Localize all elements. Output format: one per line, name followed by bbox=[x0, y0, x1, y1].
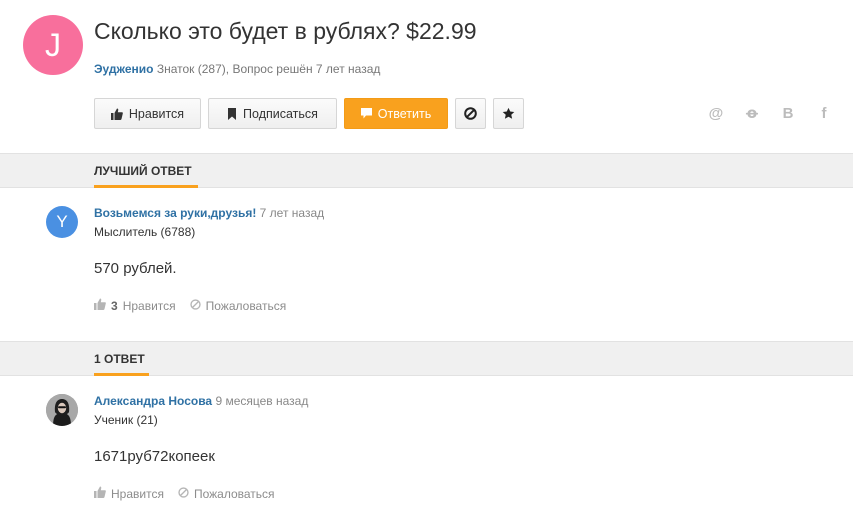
answer-button[interactable]: Ответить bbox=[344, 98, 448, 129]
answer-rank: Ученик (21) bbox=[94, 413, 158, 427]
answer-button-label: Ответить bbox=[377, 106, 432, 121]
bookmark-icon bbox=[227, 107, 237, 120]
question-author-info: Знаток (287), Вопрос решён 7 лет назад bbox=[156, 62, 381, 76]
thumbs-up-icon bbox=[94, 486, 106, 501]
best-answer-rank: Мыслитель (6788) bbox=[94, 225, 196, 239]
subscribe-button[interactable]: Подписаться bbox=[208, 98, 337, 129]
best-answer-time: 7 лет назад bbox=[259, 206, 325, 220]
answer-like-button[interactable]: Нравится bbox=[94, 486, 164, 501]
comment-icon bbox=[360, 108, 372, 119]
report-icon bbox=[178, 486, 189, 501]
answer-like-label: Нравится bbox=[111, 486, 164, 501]
question-author-avatar[interactable]: J bbox=[23, 15, 83, 75]
question-author-link[interactable]: Эудженио bbox=[94, 62, 154, 76]
answers-section-label: 1 ОТВЕТ bbox=[94, 352, 145, 366]
question-actions: Нравится Подписаться Ответить bbox=[94, 98, 524, 129]
answer-report-label: Пожаловаться bbox=[193, 486, 275, 501]
section-tab-underline bbox=[94, 373, 149, 376]
best-answer-section-label: ЛУЧШИЙ ОТВЕТ bbox=[94, 164, 192, 178]
favorite-button[interactable] bbox=[493, 98, 524, 129]
answer-time: 9 месяцев назад bbox=[215, 394, 309, 408]
question-meta: Эудженио Знаток (287), Вопрос решён 7 ле… bbox=[94, 62, 380, 76]
best-answer-actions: 3 Нравится Пожаловаться bbox=[94, 298, 286, 313]
like-button-label: Нравится bbox=[128, 106, 185, 121]
answers-section-bar: 1 ОТВЕТ bbox=[0, 341, 853, 376]
mail-at-icon[interactable]: @ bbox=[707, 104, 725, 122]
block-button[interactable] bbox=[455, 98, 486, 129]
answer-actions: Нравится Пожаловаться bbox=[94, 486, 275, 501]
answer-author-line: Александра Носова 9 месяцев назад bbox=[94, 394, 308, 408]
best-answer-text: 570 рублей. bbox=[94, 260, 177, 277]
best-answer-author-line: Возьмемся за руки,друзья! 7 лет назад bbox=[94, 206, 324, 220]
best-answer-report-label: Пожаловаться bbox=[205, 298, 287, 313]
question-title: Сколько это будет в рублях? $22.99 bbox=[94, 18, 477, 44]
best-answer-avatar[interactable]: Y bbox=[46, 206, 78, 238]
thumbs-up-icon bbox=[110, 108, 123, 120]
best-answer-like-count: 3 bbox=[111, 298, 118, 313]
best-answer-like-label: Нравится bbox=[122, 298, 176, 313]
answer-report-button[interactable]: Пожаловаться bbox=[178, 487, 275, 501]
answer-author-avatar[interactable] bbox=[46, 394, 78, 426]
answer-text: 1671руб72копеек bbox=[94, 448, 215, 465]
thumbs-up-icon bbox=[94, 298, 106, 313]
best-answer-author-link[interactable]: Возьмемся за руки,друзья! bbox=[94, 206, 256, 220]
share-links: @ ꝋ B f bbox=[707, 104, 833, 123]
vk-icon[interactable]: B bbox=[779, 104, 797, 122]
best-answer-section-bar: ЛУЧШИЙ ОТВЕТ bbox=[0, 153, 853, 188]
odnoklassniki-icon[interactable]: ꝋ bbox=[743, 104, 761, 122]
subscribe-button-label: Подписаться bbox=[243, 106, 318, 121]
question-page: J Сколько это будет в рублях? $22.99 Эуд… bbox=[0, 0, 853, 522]
facebook-icon[interactable]: f bbox=[815, 104, 833, 122]
user-photo-icon bbox=[46, 394, 78, 426]
block-icon bbox=[464, 107, 477, 120]
section-tab-underline bbox=[94, 185, 198, 188]
best-answer-report-button[interactable]: Пожаловаться bbox=[189, 298, 287, 313]
answer-author-link[interactable]: Александра Носова bbox=[94, 394, 212, 408]
star-icon bbox=[502, 107, 515, 120]
best-answer-like-button[interactable]: 3 Нравится bbox=[94, 298, 176, 313]
report-icon bbox=[189, 298, 201, 313]
like-button[interactable]: Нравится bbox=[94, 98, 201, 129]
